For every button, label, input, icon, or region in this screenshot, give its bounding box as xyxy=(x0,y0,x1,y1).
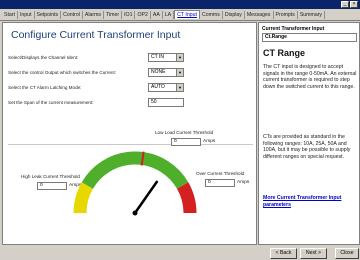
tab-start[interactable]: Start xyxy=(2,10,18,19)
channel-ident-value: CT IN xyxy=(151,54,164,60)
channel-ident-select[interactable]: CT IN ▼ xyxy=(148,53,184,62)
help-paragraph-1: The CT input is designed to accept signa… xyxy=(263,64,357,90)
channel-ident-label: Select/Displays the Channel Ident: xyxy=(8,55,79,60)
latching-mode-value: AUTO xyxy=(151,84,165,90)
span-label: Set the Span of the current measurement: xyxy=(8,100,94,105)
tab-io1[interactable]: IO1 xyxy=(122,10,136,19)
control-output-select[interactable]: NONE ▼ xyxy=(148,68,184,77)
gauge-arc-green xyxy=(81,151,189,189)
tab-display[interactable]: Display xyxy=(223,10,245,19)
chevron-down-icon[interactable]: ▼ xyxy=(176,84,183,91)
next-button[interactable]: Next > xyxy=(300,248,327,259)
latching-mode-label: Select the CT Alarm Latching Mode: xyxy=(8,85,82,90)
over-current-unit: Amps xyxy=(237,180,250,185)
help-header: Current Transformer Input xyxy=(262,26,325,32)
gauge-arc-red xyxy=(176,182,197,214)
tab-bar: Start Input Setpoints Control Alarms Timer IO1… xyxy=(0,9,360,21)
help-selected-param: Ct.Range xyxy=(262,33,357,42)
gauge-hub xyxy=(132,210,138,216)
tab-aa[interactable]: AA xyxy=(151,10,163,19)
page-title: Configure Current Transformer Input xyxy=(11,29,181,41)
control-output-value: NONE xyxy=(151,69,166,75)
channel-ident-row: Select/Displays the Channel Ident: CT IN… xyxy=(8,53,252,63)
span-row: Set the Span of the current measurement:… xyxy=(8,98,252,108)
control-output-label: Select the control Output which switches… xyxy=(8,70,117,75)
gauge-arc-yellow xyxy=(73,182,94,214)
tab-comms[interactable]: Comms xyxy=(200,10,223,19)
latching-mode-row: Select the CT Alarm Latching Mode: AUTO … xyxy=(8,83,252,93)
tab-op2[interactable]: OP2 xyxy=(135,10,151,19)
tab-prompts[interactable]: Prompts xyxy=(274,10,298,19)
tab-messages[interactable]: Messages xyxy=(245,10,274,19)
close-window-icon[interactable]: × xyxy=(350,1,358,8)
tab-timer[interactable]: Timer xyxy=(104,10,123,19)
help-paragraph-2: CTs are provided as standard in the foll… xyxy=(263,134,351,160)
bottom-bar: < Back Next > Close xyxy=(0,246,360,260)
low-load-label: Low Load Current Threshold xyxy=(155,130,214,135)
tab-la[interactable]: LA xyxy=(163,10,175,19)
chevron-down-icon[interactable]: ▼ xyxy=(176,69,183,76)
tab-ct-input[interactable]: CT Input xyxy=(174,10,200,19)
minimize-icon[interactable]: _ xyxy=(341,1,349,8)
gauge-needle xyxy=(133,180,159,215)
tab-input[interactable]: Input xyxy=(18,10,35,19)
close-button[interactable]: Close xyxy=(335,248,359,259)
tab-alarms[interactable]: Alarms xyxy=(83,10,105,19)
control-output-row: Select the control Output which switches… xyxy=(8,68,252,78)
back-button[interactable]: < Back xyxy=(270,248,297,259)
title-bar: _ × xyxy=(0,0,360,9)
help-title: CT Range xyxy=(263,48,306,58)
help-panel: Current Transformer Input Ct.Range CT Ra… xyxy=(258,22,360,245)
latching-mode-select[interactable]: AUTO ▼ xyxy=(148,83,184,92)
ct-gauge xyxy=(73,151,197,216)
more-parameters-link[interactable]: More Current Transformer Input parameter… xyxy=(263,195,357,208)
chevron-down-icon[interactable]: ▼ xyxy=(176,54,183,61)
tab-control[interactable]: Control xyxy=(61,10,83,19)
tab-summary[interactable]: Summary xyxy=(298,10,326,19)
tab-setpoints[interactable]: Setpoints xyxy=(35,10,62,19)
span-input[interactable]: 50 xyxy=(148,98,184,107)
